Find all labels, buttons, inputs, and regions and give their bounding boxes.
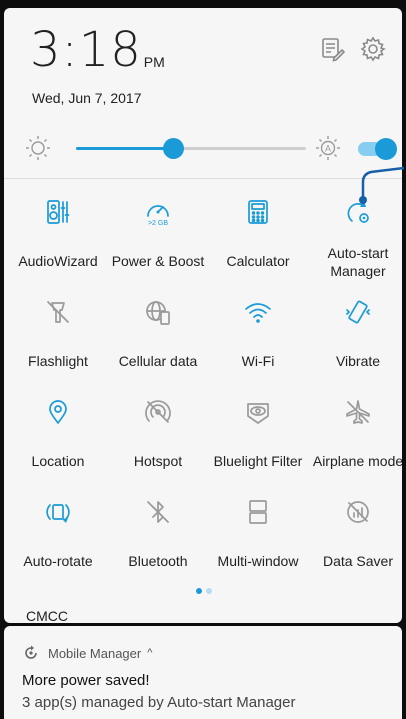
- tile-wifi[interactable]: Wi-Fi: [208, 290, 308, 390]
- autostart-manager-icon: [344, 198, 372, 226]
- tile-label: Auto-rotate: [23, 553, 93, 569]
- tile-cellular-data[interactable]: Cellular data: [108, 290, 208, 390]
- tile-label: Vibrate: [335, 353, 381, 369]
- wifi-icon: [244, 298, 272, 326]
- location-icon: [44, 398, 72, 426]
- brightness-row: A: [4, 128, 402, 168]
- tile-data-saver[interactable]: Data Saver: [308, 490, 402, 590]
- auto-rotate-icon: [44, 498, 72, 526]
- bluetooth-icon: [144, 498, 172, 526]
- brightness-slider-thumb[interactable]: [162, 138, 184, 159]
- brightness-slider[interactable]: [76, 138, 306, 159]
- tile-label: Calculator: [226, 253, 290, 269]
- clock-ampm: PM: [143, 54, 165, 70]
- auto-brightness-label: A: [325, 144, 331, 154]
- tile-calculator[interactable]: Calculator: [208, 190, 308, 290]
- edit-tiles-icon[interactable]: [320, 36, 346, 62]
- tile-label: AudioWizard: [18, 253, 98, 269]
- calculator-icon: [244, 198, 272, 226]
- tile-bluetooth[interactable]: Bluetooth: [108, 490, 208, 590]
- tile-hotspot[interactable]: Hotspot: [108, 390, 208, 490]
- tile-label: Airplane mode: [312, 453, 402, 469]
- svg-text:>2 GB: >2 GB: [148, 220, 168, 226]
- power-boost-icon: >2 GB: [144, 198, 172, 227]
- multi-window-icon: [244, 498, 272, 526]
- tile-label: Bluelight Filter: [213, 453, 303, 469]
- tile-label: Flashlight: [28, 353, 88, 369]
- cellular-data-icon: [144, 298, 172, 326]
- tile-label: Auto-start Manager: [327, 245, 389, 279]
- tile-multi-window[interactable]: Multi-window: [208, 490, 308, 590]
- tile-power-boost[interactable]: >2 GB Power & Boost: [108, 190, 208, 290]
- notification-card[interactable]: Mobile Manager ^ More power saved! 3 app…: [4, 626, 402, 719]
- notification-title: More power saved!: [22, 672, 150, 689]
- tile-label: Multi-window: [217, 553, 299, 569]
- clock-time: 3:18: [30, 22, 142, 78]
- brightness-slider-fill: [76, 147, 173, 150]
- bluelight-filter-icon: [244, 398, 272, 426]
- tile-label: Cellular data: [118, 353, 198, 369]
- notification-header: Mobile Manager ^: [22, 644, 152, 662]
- divider: [4, 178, 402, 179]
- page-dot-active[interactable]: [196, 588, 202, 594]
- notification-body: 3 app(s) managed by Auto-start Manager: [22, 694, 296, 711]
- brightness-low-icon: [24, 134, 52, 162]
- gear-icon[interactable]: [360, 36, 386, 62]
- tile-label: Bluetooth: [128, 553, 188, 569]
- tile-label: Power & Boost: [111, 253, 205, 269]
- tile-label: Wi-Fi: [241, 353, 275, 369]
- tile-autostart-manager[interactable]: Auto-start Manager: [308, 190, 402, 290]
- tile-label: Location: [31, 453, 85, 469]
- toggle-knob: [375, 138, 397, 160]
- tile-auto-rotate[interactable]: Auto-rotate: [8, 490, 108, 590]
- quick-settings-panel: 3:18 PM Wed, Jun 7, 2017 A AudioWizard >…: [4, 8, 402, 623]
- mobile-manager-icon: [25, 645, 37, 659]
- tile-flashlight[interactable]: Flashlight: [8, 290, 108, 390]
- auto-brightness-toggle[interactable]: [356, 138, 397, 160]
- tile-label: Hotspot: [133, 453, 183, 469]
- tile-audiowizard[interactable]: AudioWizard: [8, 190, 108, 290]
- carrier-label: CMCC: [26, 608, 68, 623]
- clock[interactable]: 3:18 PM: [30, 26, 165, 74]
- date-label[interactable]: Wed, Jun 7, 2017: [32, 90, 141, 106]
- audiowizard-icon: [44, 198, 72, 226]
- tile-bluelight-filter[interactable]: Bluelight Filter: [208, 390, 308, 490]
- data-saver-icon: [344, 498, 372, 526]
- auto-brightness-icon[interactable]: A: [314, 134, 342, 162]
- hotspot-icon: [144, 398, 172, 426]
- airplane-icon: [344, 398, 372, 426]
- chevron-up-icon[interactable]: ^: [147, 647, 152, 659]
- flashlight-icon: [44, 298, 72, 326]
- tile-location[interactable]: Location: [8, 390, 108, 490]
- tile-vibrate[interactable]: Vibrate: [308, 290, 402, 390]
- vibrate-icon: [344, 298, 372, 326]
- tile-label: Data Saver: [322, 553, 394, 569]
- tile-airplane[interactable]: Airplane mode: [308, 390, 402, 490]
- page-dot[interactable]: [206, 588, 212, 594]
- notification-app-name: Mobile Manager: [48, 645, 142, 661]
